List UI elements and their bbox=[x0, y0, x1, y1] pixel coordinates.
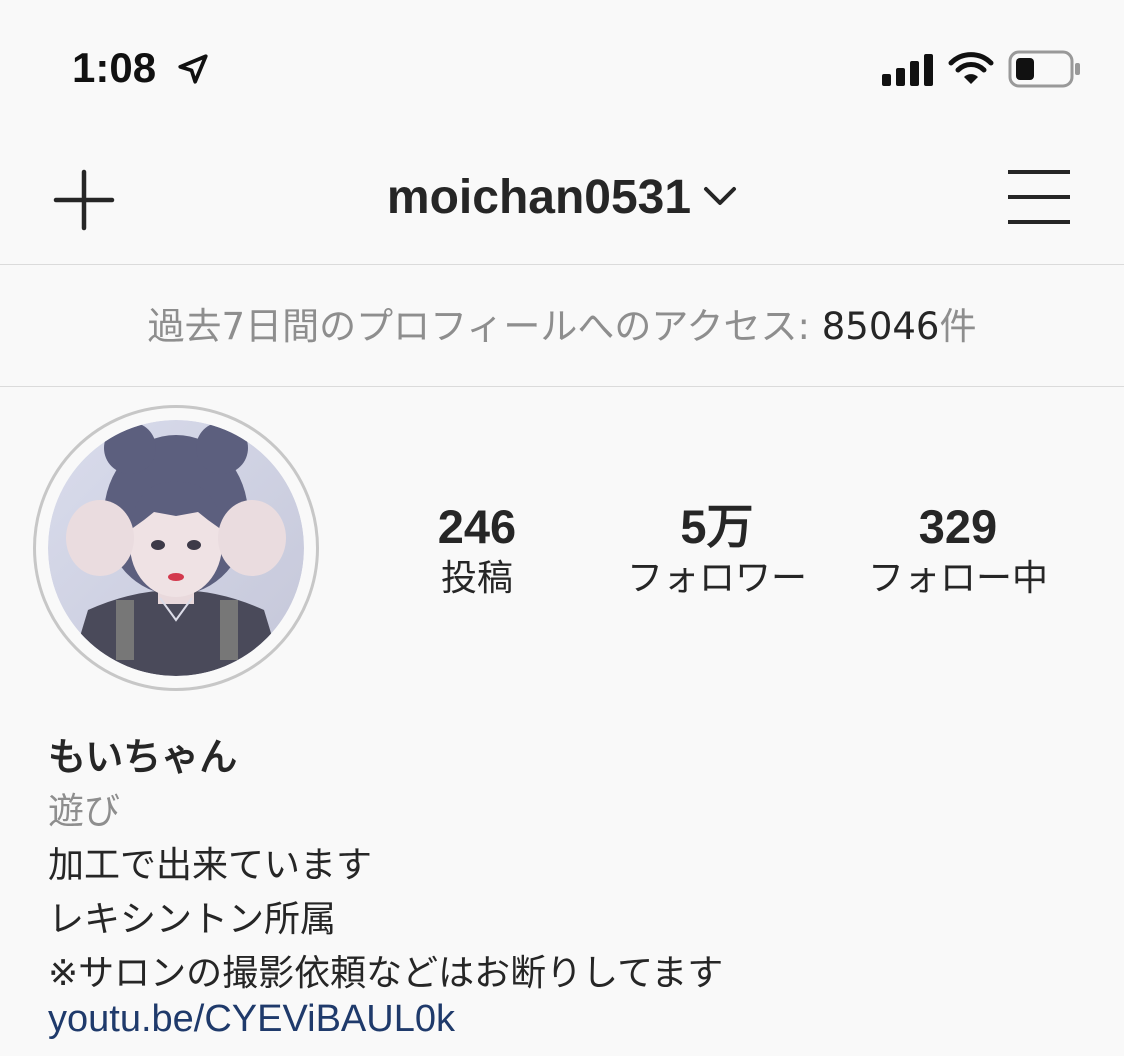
battery-icon bbox=[1008, 50, 1080, 88]
stat-followers-value: 5万 bbox=[680, 500, 754, 553]
stat-posts-value: 246 bbox=[437, 500, 517, 553]
profile-visits-unit: 件 bbox=[939, 305, 977, 348]
bio-link[interactable]: youtu.be/CYEViBAUL0k bbox=[48, 998, 455, 1041]
avatar[interactable] bbox=[48, 420, 304, 676]
signal-bars-icon bbox=[882, 54, 933, 86]
stat-following-value: 329 bbox=[918, 500, 998, 553]
stat-following-label: フォロー中 bbox=[867, 558, 1048, 599]
hamburger-menu-icon[interactable] bbox=[1006, 168, 1072, 226]
nav-divider bbox=[0, 264, 1124, 265]
insights-divider bbox=[0, 386, 1124, 387]
stat-posts[interactable]: 246 投稿 bbox=[357, 500, 597, 604]
bio-line: 加工で出来ています bbox=[48, 845, 373, 886]
bio-line: ※サロンの撮影依頼などはお断りしてます bbox=[48, 953, 724, 994]
profile-visits-banner[interactable]: 過去7日間のプロフィールへのアクセス: 85046件 bbox=[0, 296, 1124, 350]
username-title: moichan0531 bbox=[386, 171, 692, 224]
profile-visits-label: 過去7日間のプロフィールへのアクセス: bbox=[147, 305, 822, 348]
location-arrow-icon bbox=[178, 54, 208, 84]
profile-visits-count: 85046 bbox=[821, 305, 940, 348]
profile-category: 遊び bbox=[48, 791, 121, 832]
stat-following[interactable]: 329 フォロー中 bbox=[838, 500, 1078, 604]
stat-followers-label: フォロワー bbox=[626, 558, 807, 599]
bio-line: レキシントン所属 bbox=[48, 899, 337, 940]
stat-followers[interactable]: 5万 フォロワー bbox=[597, 500, 837, 604]
display-name: もいちゃん bbox=[48, 735, 238, 779]
wifi-icon bbox=[948, 52, 994, 84]
status-time: 1:08 bbox=[72, 44, 157, 91]
chevron-down-icon bbox=[704, 186, 737, 205]
username-switcher[interactable]: moichan0531 bbox=[0, 170, 1124, 225]
stat-posts-label: 投稿 bbox=[440, 558, 513, 599]
